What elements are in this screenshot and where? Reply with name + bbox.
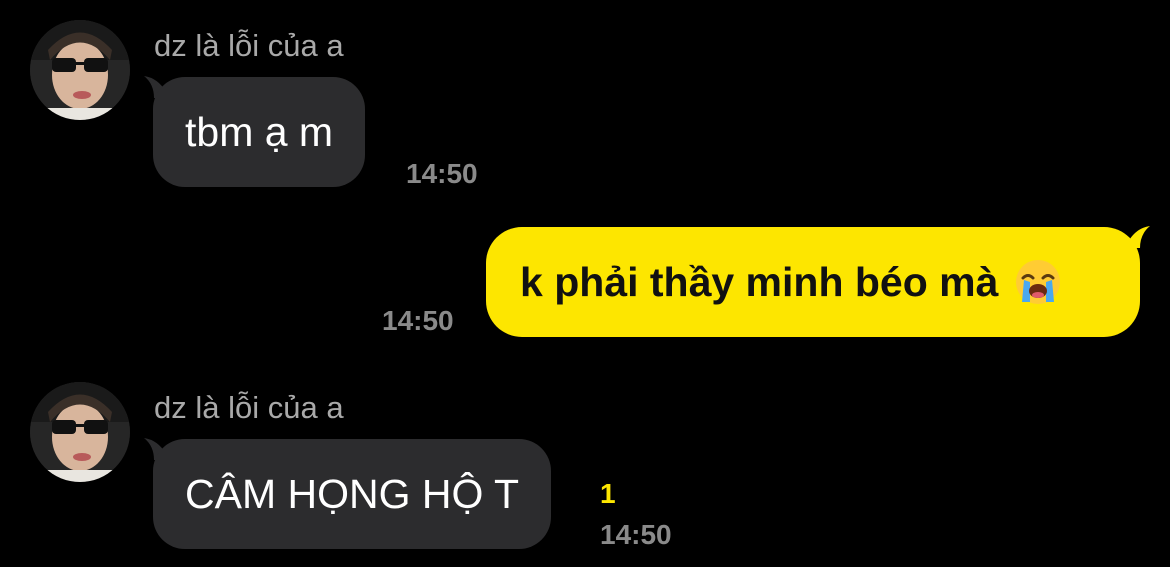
sender-name: dz là lỗi của a [154,390,344,425]
message-timestamp: 14:50 [600,519,672,550]
message-timestamp: 14:50 [382,305,454,336]
message-bubble[interactable]: tbm ạ m [153,77,366,187]
sender-avatar[interactable] [30,20,130,120]
message-text: k phải thầy minh béo mà [520,258,999,305]
message-text: CÂM HỌNG HỘ T [185,470,520,517]
message-bubble[interactable]: CÂM HỌNG HỘ T [153,439,552,549]
avatar-photo-icon [30,382,130,482]
unread-count-badge: 1 [600,478,616,509]
message-timestamp: 14:50 [406,158,478,189]
avatar-photo-icon [30,20,130,120]
sender-avatar[interactable] [30,382,130,482]
bubble-tail [1128,226,1150,248]
message-text: tbm ạ m [185,108,334,155]
sender-name: dz là lỗi của a [154,28,344,63]
loudly-crying-face-icon [1014,258,1062,306]
message-bubble[interactable]: k phải thầy minh béo mà [486,227,1140,337]
